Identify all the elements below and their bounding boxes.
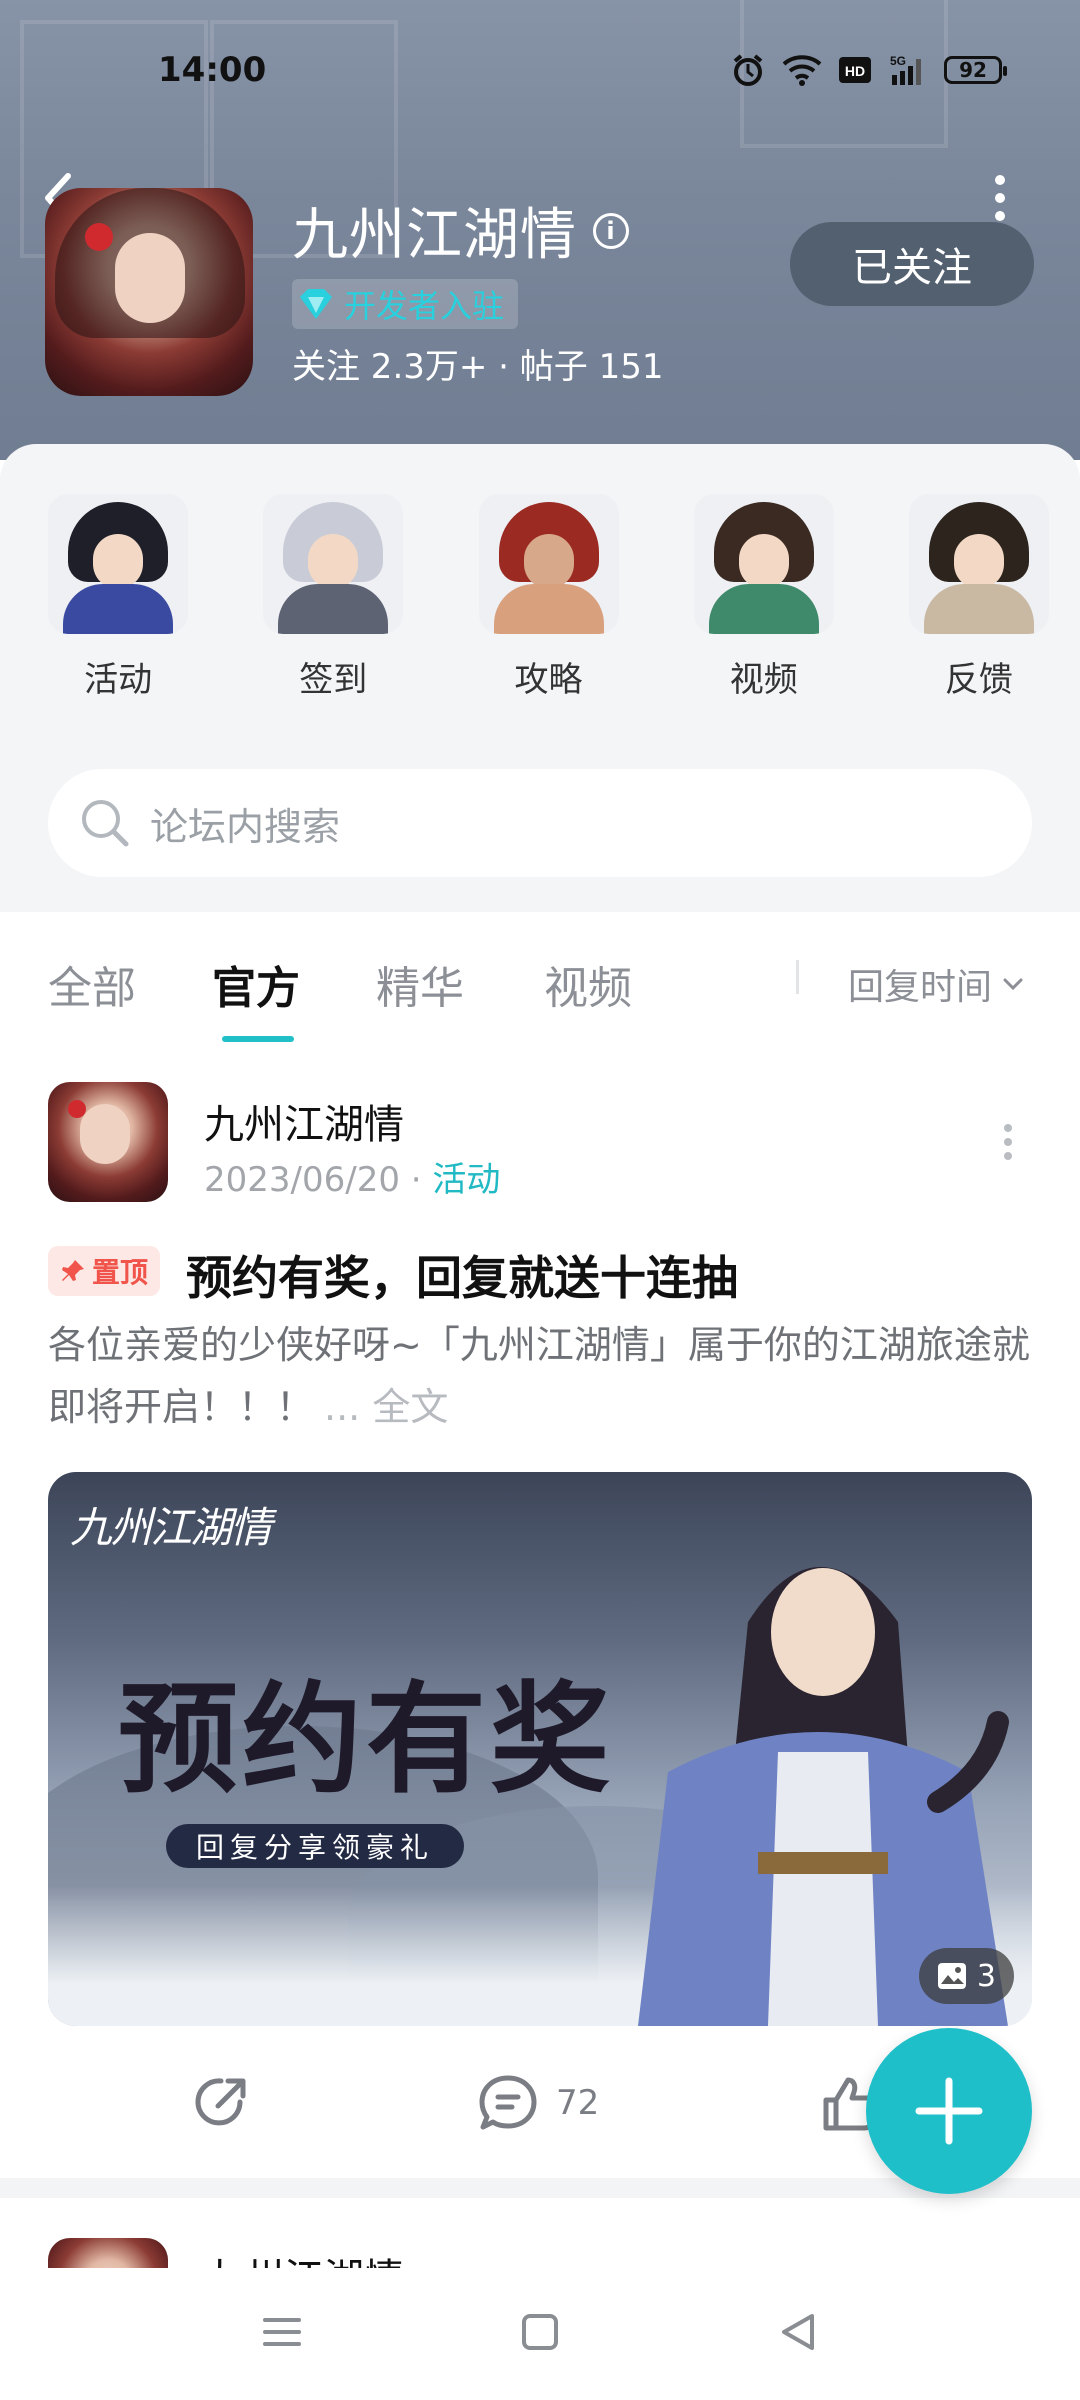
- square-home-icon: [522, 2314, 558, 2350]
- sort-dropdown[interactable]: 回复时间: [848, 958, 1024, 1010]
- game-app-icon: [45, 188, 253, 396]
- tab-featured[interactable]: 精华: [376, 952, 464, 1016]
- vertical-dots-icon: [1004, 1124, 1012, 1160]
- clock: 14:00: [158, 50, 267, 90]
- shortcut-row: 活动 签到 攻略 视频 反馈: [0, 494, 1080, 701]
- menu-nav-button[interactable]: [262, 2312, 302, 2356]
- pin-icon: [62, 1260, 84, 1281]
- more-options-button[interactable]: [985, 170, 1015, 230]
- post-more-button[interactable]: [1002, 1122, 1014, 1166]
- menu-icon: [263, 2318, 301, 2346]
- post-excerpt[interactable]: 各位亲爱的少侠好呀~「九州江湖情」属于你的江湖旅途就即将开启！！！... 全文: [48, 1314, 1038, 1438]
- create-post-button[interactable]: [866, 2028, 1032, 2194]
- diamond-icon: [300, 289, 332, 319]
- alarm-icon: [733, 54, 763, 86]
- image-game-logo: 九州江湖情: [70, 1503, 272, 1552]
- info-icon[interactable]: i: [593, 212, 629, 249]
- post-image[interactable]: 九州江湖情 预约有奖 回复分享领豪礼 3: [48, 1472, 1032, 2026]
- status-icons: HD 5G 92: [730, 48, 1007, 92]
- forum-header: 14:00 HD 5G 92 九州江湖情 i 开发者入驻 关注 2.3万+ · …: [0, 0, 1080, 460]
- signal-5g-icon: 5G: [890, 54, 921, 85]
- forum-title-row: 九州江湖情 i: [292, 190, 664, 271]
- tab-video[interactable]: 视频: [544, 952, 632, 1016]
- developer-badge-label: 开发者入驻: [344, 287, 505, 325]
- search-input[interactable]: 论坛内搜索: [150, 796, 340, 851]
- checkin-avatar-icon: [263, 494, 404, 634]
- post-card[interactable]: 九州江湖情 2023/06/20 · 活动 置顶 预约有奖，回复就送十连抽 各位…: [0, 1052, 1080, 2178]
- post-author-avatar[interactable]: [48, 1082, 168, 1202]
- shortcut-feedback[interactable]: 反馈: [878, 494, 1080, 701]
- video-avatar-icon: [693, 494, 834, 634]
- read-more-link[interactable]: ... 全文: [324, 1385, 448, 1429]
- hd-icon: HD: [839, 57, 871, 83]
- shortcut-guide[interactable]: 攻略: [447, 494, 649, 701]
- image-count: 3: [976, 1958, 996, 1994]
- tab-divider: [796, 960, 799, 994]
- pinned-label: 置顶: [92, 1256, 149, 1289]
- follow-button[interactable]: 已关注: [790, 222, 1034, 306]
- shortcut-checkin[interactable]: 签到: [232, 494, 434, 701]
- pinned-badge: 置顶: [48, 1246, 161, 1296]
- post-filter-tabs: 全部 官方 精华 视频 回复时间: [0, 912, 1080, 1052]
- svg-text:5G: 5G: [890, 54, 906, 68]
- svg-text:HD: HD: [845, 63, 865, 79]
- post-author-avatar[interactable]: [48, 2238, 168, 2268]
- forum-entry-card: 活动 签到 攻略 视频 反馈 论坛内搜索: [0, 444, 1080, 914]
- comment-count: 72: [556, 2083, 600, 2123]
- shortcut-video[interactable]: 视频: [663, 494, 865, 701]
- developer-badge: 开发者入驻: [292, 279, 519, 329]
- next-post-card[interactable]: 九州江湖情: [0, 2198, 1080, 2268]
- sort-label: 回复时间: [848, 967, 993, 1008]
- shortcut-label: 反馈: [944, 660, 1013, 700]
- shortcut-label: 视频: [729, 660, 798, 700]
- plus-icon: [915, 2077, 983, 2145]
- comment-icon: [479, 2075, 537, 2130]
- shortcut-label: 攻略: [514, 660, 583, 700]
- search-icon: [82, 800, 129, 847]
- triangle-back-icon: [782, 2314, 814, 2350]
- shortcut-activity[interactable]: 活动: [17, 494, 219, 701]
- status-bar: 14:00 HD 5G 92: [0, 0, 1080, 140]
- activity-avatar-icon: [48, 494, 189, 634]
- active-tab-indicator: [222, 1036, 294, 1042]
- wifi-icon: [782, 55, 822, 86]
- image-count-badge: 3: [918, 1948, 1014, 2004]
- comment-button[interactable]: 72: [476, 2072, 599, 2134]
- image-headline: 预约有奖: [118, 1669, 614, 1810]
- system-navigation-bar: [0, 2268, 1080, 2400]
- chevron-down-icon: [1003, 978, 1023, 991]
- post-date: 2023/06/20: [204, 1160, 400, 1200]
- post-author-name[interactable]: 九州江湖情: [204, 1092, 404, 1150]
- hero-character-illustration: [638, 1567, 1009, 2026]
- home-nav-button[interactable]: [520, 2312, 560, 2356]
- shortcut-label: 签到: [299, 660, 368, 700]
- shortcut-label: 活动: [84, 660, 153, 700]
- post-category[interactable]: 活动: [432, 1160, 500, 1200]
- title-block: 九州江湖情 i 开发者入驻 关注 2.3万+ · 帖子 151: [292, 190, 664, 388]
- forum-search-bar[interactable]: 论坛内搜索: [48, 769, 1032, 877]
- feedback-avatar-icon: [908, 494, 1049, 634]
- battery-icon: 92: [944, 56, 1007, 84]
- meta-separator: ·: [410, 1160, 422, 1200]
- post-meta: 2023/06/20 · 活动: [204, 1152, 500, 1201]
- guide-avatar-icon: [478, 494, 619, 634]
- forum-title: 九州江湖情: [292, 203, 577, 268]
- post-excerpt-text: 各位亲爱的少侠好呀~「九州江湖情」属于你的江湖旅途就即将开启！！！: [48, 1323, 1030, 1429]
- share-button[interactable]: [190, 2072, 252, 2134]
- tab-official[interactable]: 官方: [212, 952, 300, 1016]
- image-icon: [937, 1963, 966, 1989]
- share-icon: [195, 2078, 246, 2126]
- image-ribbon: 回复分享领豪礼: [166, 1824, 465, 1868]
- vertical-dots-icon: [995, 175, 1005, 221]
- post-author-name[interactable]: 九州江湖情: [204, 2246, 404, 2268]
- tab-all[interactable]: 全部: [48, 952, 136, 1016]
- back-nav-button[interactable]: [778, 2312, 818, 2356]
- post-title[interactable]: 预约有奖，回复就送十连抽: [186, 1242, 738, 1308]
- forum-stats: 关注 2.3万+ · 帖子 151: [292, 347, 664, 387]
